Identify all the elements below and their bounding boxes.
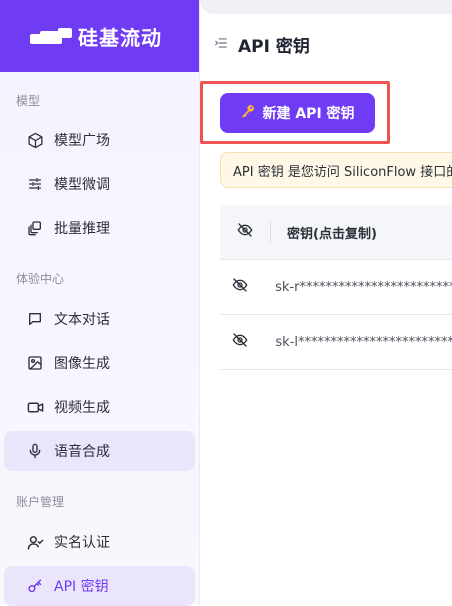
brand-logo[interactable]: 硅基流动	[0, 0, 199, 72]
section-title-models: 模型	[16, 94, 41, 108]
sidebar-item-label: 模型微调	[54, 177, 110, 193]
api-key-value[interactable]: sk-l*******************************	[259, 335, 452, 350]
brand-name: 硅基流动	[78, 25, 162, 50]
top-strip	[200, 0, 452, 14]
image-icon	[26, 354, 44, 372]
sidebar: 硅基流动 模型 模型广场 模型微调 批量推理 体验中心 文本对话 图像生成 视频…	[0, 0, 200, 606]
sidebar-item-label: 语音合成	[54, 444, 110, 460]
sidebar-item-video-gen[interactable]: 视频生成	[4, 387, 195, 427]
eye-off-icon	[232, 332, 248, 352]
sidebar-item-fine-tune[interactable]: 模型微调	[4, 164, 195, 204]
column-divider	[270, 221, 271, 243]
mic-icon	[26, 442, 44, 460]
key-emoji-icon	[240, 103, 256, 123]
sidebar-item-tts[interactable]: 语音合成	[4, 431, 195, 471]
toggle-visibility-row[interactable]	[220, 277, 259, 297]
sidebar-item-label: 模型广场	[54, 133, 110, 149]
sidebar-item-api-keys[interactable]: API 密钥	[4, 566, 195, 606]
table-row: sk-l*******************************	[220, 315, 452, 370]
chat-icon	[26, 310, 44, 328]
video-icon	[26, 398, 44, 416]
table-row: sk-r*******************************	[220, 260, 452, 315]
section-title-playground: 体验中心	[16, 272, 65, 286]
user-check-icon	[26, 533, 44, 551]
eye-off-icon	[232, 277, 248, 297]
toggle-visibility-all[interactable]	[220, 222, 270, 242]
toggle-visibility-row[interactable]	[220, 332, 259, 352]
api-keys-table: 密钥(点击复制) sk-r***************************…	[220, 205, 452, 370]
sidebar-item-label: 批量推理	[54, 221, 110, 237]
table-header: 密钥(点击复制)	[220, 205, 452, 260]
eye-off-icon	[237, 222, 253, 242]
info-notice: API 密钥 是您访问 SiliconFlow 接口的	[220, 152, 452, 188]
sidebar-item-label: 图像生成	[54, 356, 110, 372]
sidebar-item-label: API 密钥	[54, 579, 109, 595]
sidebar-item-label: 实名认证	[54, 535, 110, 551]
sidebar-item-batch[interactable]: 批量推理	[4, 208, 195, 248]
key-icon	[26, 577, 44, 595]
sidebar-item-text-chat[interactable]: 文本对话	[4, 299, 195, 339]
logo-mark-icon	[30, 28, 72, 44]
page-title: API 密钥	[238, 36, 310, 57]
sliders-icon	[26, 175, 44, 193]
page-header: API 密钥	[200, 14, 452, 74]
sidebar-item-label: 文本对话	[54, 312, 110, 328]
layers-icon	[26, 219, 44, 237]
new-api-key-label: 新建 API 密钥	[262, 106, 355, 122]
sidebar-item-image-gen[interactable]: 图像生成	[4, 343, 195, 383]
sidebar-item-verification[interactable]: 实名认证	[4, 522, 195, 562]
api-key-value[interactable]: sk-r*******************************	[259, 280, 452, 295]
section-title-account: 账户管理	[16, 495, 65, 509]
sidebar-item-model-square[interactable]: 模型广场	[4, 120, 195, 160]
new-api-key-button[interactable]: 新建 API 密钥	[220, 93, 375, 133]
notice-text: API 密钥 是您访问 SiliconFlow 接口的	[233, 164, 452, 180]
sidebar-item-label: 视频生成	[54, 400, 110, 416]
collapse-menu-icon[interactable]	[214, 35, 228, 54]
cube-icon	[26, 131, 44, 149]
column-header-key: 密钥(点击复制)	[287, 226, 377, 242]
